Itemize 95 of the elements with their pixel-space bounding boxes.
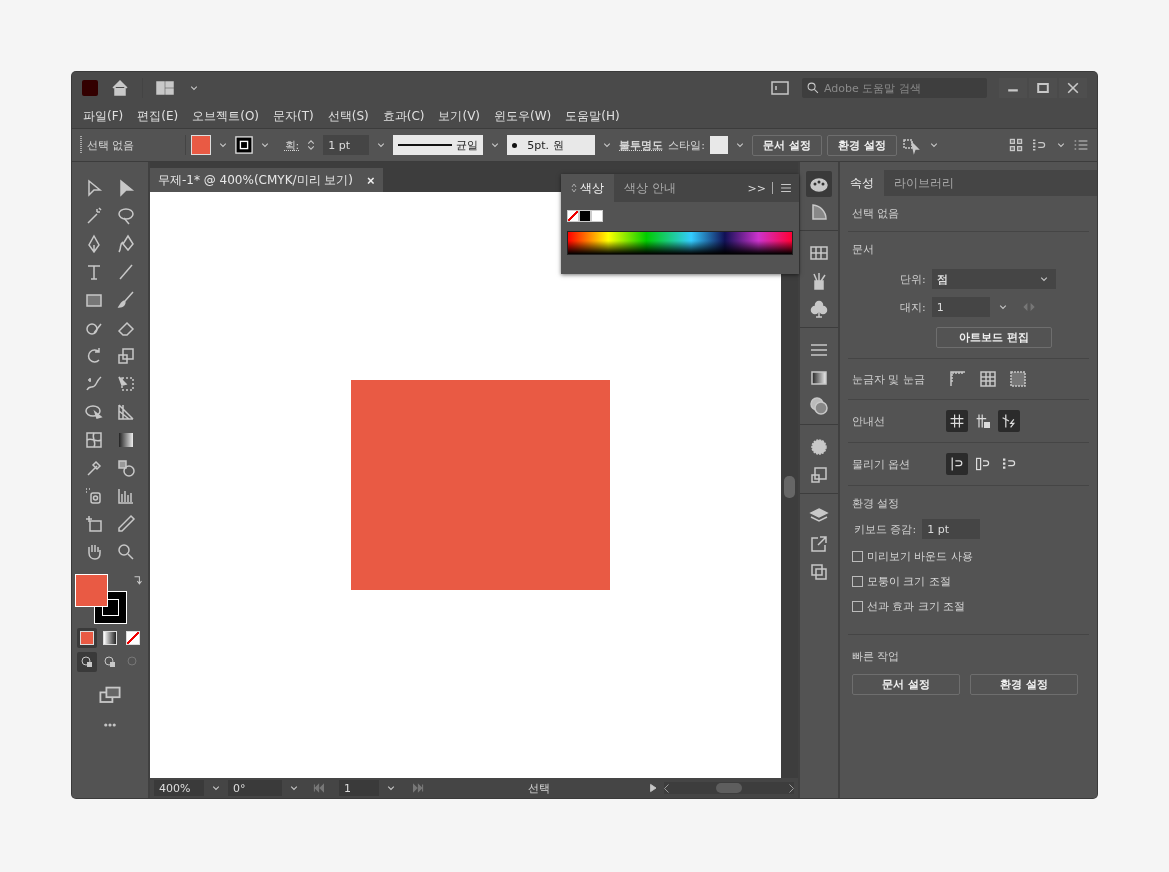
panel-tab[interactable]: 색상: [561, 174, 614, 202]
checkbox-label: 미리보기 바운드 사용: [867, 549, 973, 564]
expand-panel-button[interactable]: >>: [747, 181, 766, 195]
zoom-field[interactable]: 400%: [154, 780, 204, 796]
none-swatch[interactable]: [567, 210, 579, 222]
menu-item[interactable]: 효과(C): [375, 107, 432, 125]
layout-icon[interactable]: [155, 78, 175, 98]
checkbox[interactable]: [852, 601, 863, 612]
menu-icon[interactable]: [779, 181, 793, 195]
menu-item[interactable]: 선택(S): [320, 107, 376, 125]
stroke-swatch-icon[interactable]: [234, 136, 253, 154]
grid-icon[interactable]: [978, 369, 998, 389]
opacity-label[interactable]: 불투명도: [619, 137, 664, 153]
section-title: 문서: [852, 243, 874, 256]
dot-icon: [512, 142, 518, 148]
rotation-field[interactable]: 0°: [228, 780, 282, 796]
rulers-label: 눈금자 및 눈금: [852, 371, 926, 387]
transparency-grid-icon[interactable]: [1008, 369, 1028, 389]
toggle-button[interactable]: [998, 410, 1020, 432]
stroke-weight-field[interactable]: 1 pt: [323, 135, 370, 155]
menu-item[interactable]: 보기(V): [431, 107, 488, 125]
search-field[interactable]: Adobe 도움말 검색: [802, 78, 987, 98]
unit-dropdown[interactable]: 점: [931, 269, 1056, 289]
selection-label: 선택 없음: [87, 137, 135, 153]
up-down-caret-icon: [571, 183, 577, 193]
ruler-icon[interactable]: [948, 369, 968, 389]
toggle-button[interactable]: [946, 410, 968, 432]
checkbox[interactable]: [852, 551, 863, 562]
fill-stroke-drawing[interactable]: [75, 574, 129, 624]
play-icon[interactable]: [647, 782, 659, 794]
color-swatch[interactable]: [579, 210, 591, 222]
style-label: 스타일:: [668, 137, 705, 153]
search-icon[interactable]: [806, 81, 820, 95]
menu-item[interactable]: 윈도우(W): [487, 107, 559, 125]
maximize-icon[interactable]: [1029, 78, 1057, 98]
snap-line-icon: [949, 456, 965, 472]
snap-box-icon: [975, 456, 991, 472]
grid-lock-icon: [975, 413, 991, 429]
stroke-line-icon: [398, 143, 453, 147]
quick-action-button[interactable]: 문서 설정: [852, 674, 960, 695]
checkbox[interactable]: [852, 576, 863, 587]
color-swatch[interactable]: [591, 210, 603, 222]
menu-item[interactable]: 오브젝트(O): [185, 107, 267, 125]
scroll-thumb[interactable]: [784, 476, 795, 498]
guide-bolt-icon: [1001, 413, 1017, 429]
panel-tab[interactable]: 색상 안내: [614, 174, 686, 202]
checkbox-label: 모퉁이 크기 조절: [867, 574, 951, 589]
grid-lines-icon: [949, 413, 965, 429]
color-mode-button[interactable]: [77, 628, 97, 648]
color-mode-button[interactable]: [123, 628, 143, 648]
circle-icon: [127, 656, 139, 668]
panel-tab[interactable]: 속성: [840, 170, 884, 196]
keyboard-increment-label: 키보드 증감:: [854, 521, 917, 537]
draw-mode-button[interactable]: [77, 652, 97, 672]
palette-icon[interactable]: [806, 171, 832, 197]
artboard-field[interactable]: 1: [931, 297, 990, 317]
panel-icon[interactable]: [770, 78, 790, 98]
menu-item[interactable]: 문자(T): [266, 107, 321, 125]
snap-label: 물리기 옵션: [852, 456, 912, 472]
artboard-field[interactable]: 1: [339, 780, 379, 796]
stroke-profile-dropdown[interactable]: 균일: [393, 135, 484, 155]
menu-item[interactable]: 파일(F): [76, 107, 131, 125]
keyboard-increment-field[interactable]: 1 pt: [922, 519, 981, 539]
document-tab[interactable]: 무제-1* @ 400%(CMYK/미리 보기) ×: [150, 168, 383, 192]
unit-label: 단위:: [900, 271, 926, 287]
guides-label: 안내선: [852, 413, 886, 429]
toggle-button[interactable]: [946, 453, 968, 475]
section-title: 환경 설정: [852, 497, 900, 510]
fill-swatch[interactable]: [190, 135, 211, 155]
quick-action-button[interactable]: 환경 설정: [970, 674, 1078, 695]
artboard-label: 대지:: [900, 299, 926, 315]
stroke-label[interactable]: 획:: [284, 137, 300, 153]
color-mode-button[interactable]: [100, 628, 120, 648]
section-title: 빠른 작업: [852, 650, 900, 663]
selection-status: 선택 없음: [852, 207, 900, 220]
align-icon[interactable]: [1008, 137, 1024, 153]
menu-item[interactable]: 도움말(H): [558, 107, 627, 125]
home-icon[interactable]: [110, 78, 130, 98]
snap-dashed-icon: [1001, 456, 1017, 472]
horizontal-scrollbar[interactable]: [664, 782, 794, 794]
toolbar-button[interactable]: 문서 설정: [751, 134, 822, 156]
scroll-thumb[interactable]: [716, 783, 742, 793]
style-swatch[interactable]: [709, 136, 728, 154]
toolbar-button[interactable]: 환경 설정: [826, 134, 897, 156]
checkbox-label: 선과 효과 크기 조절: [867, 599, 966, 614]
menu-item[interactable]: 편집(E): [130, 107, 186, 125]
close-icon[interactable]: [1059, 78, 1087, 98]
list-icon[interactable]: [1073, 137, 1089, 153]
brush-dropdown[interactable]: 5pt. 원: [507, 135, 596, 155]
close-tab-button[interactable]: ×: [367, 172, 375, 188]
panel-tab[interactable]: 라이브러리: [884, 170, 964, 196]
minimize-icon[interactable]: [999, 78, 1027, 98]
current-tool-label: 선택: [527, 780, 551, 796]
color-spectrum[interactable]: [567, 231, 793, 255]
edit-artboards-button[interactable]: 아트보드 편집: [936, 327, 1052, 348]
